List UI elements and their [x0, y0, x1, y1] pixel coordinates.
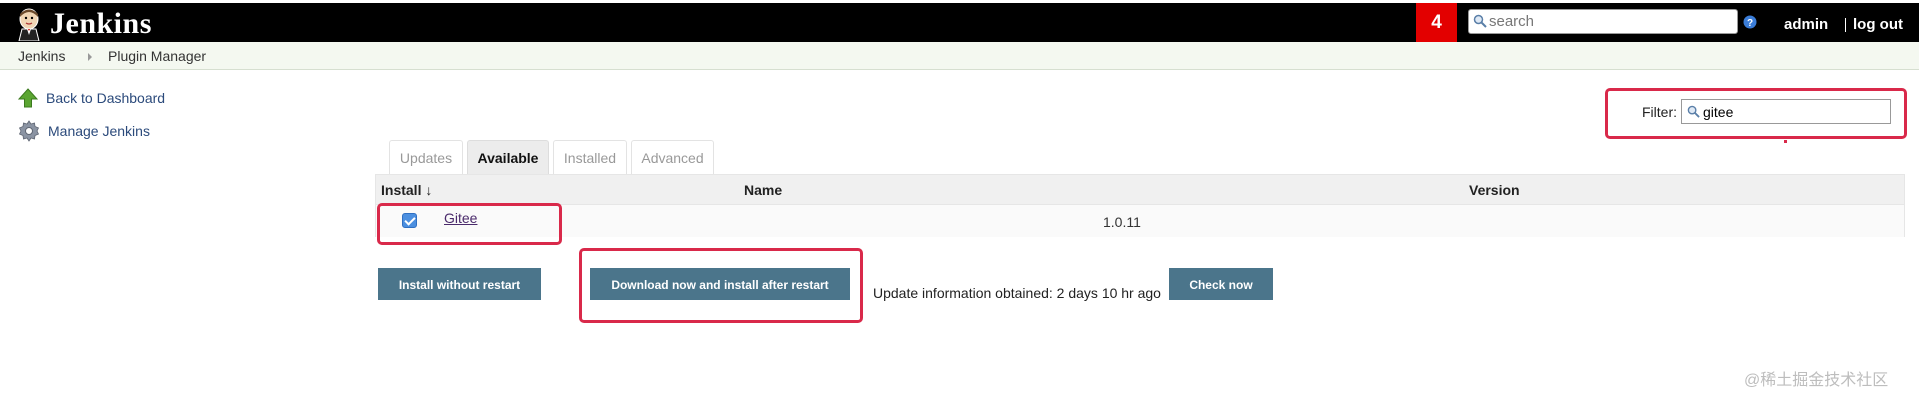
breadcrumb-plugin-manager[interactable]: Plugin Manager [108, 48, 206, 64]
breadcrumb-jenkins[interactable]: Jenkins [18, 48, 65, 64]
breadcrumb: Jenkins Plugin Manager [0, 42, 1919, 70]
search-input[interactable] [1489, 11, 1734, 32]
notification-badge[interactable]: 4 [1416, 3, 1457, 42]
svg-text:?: ? [1747, 18, 1753, 29]
tab-installed[interactable]: Installed [553, 140, 627, 174]
top-header: Jenkins 4 ? admin log out [0, 0, 1919, 42]
sidebar-item-back-to-dashboard[interactable]: Back to Dashboard [18, 88, 165, 108]
search-box [1468, 9, 1738, 34]
up-arrow-icon [18, 88, 38, 108]
user-link[interactable]: admin [1784, 16, 1828, 33]
plugin-table: Install ↓ Name Version Gitee 1.0.11 [375, 174, 1905, 237]
column-header-install[interactable]: Install ↓ [381, 182, 432, 198]
logout-separator [1845, 18, 1846, 32]
install-without-restart-button[interactable]: Install without restart [378, 268, 541, 300]
annotation-mark [1784, 140, 1787, 143]
tab-available[interactable]: Available [467, 140, 549, 174]
logout-link[interactable]: log out [1853, 16, 1903, 33]
check-now-button[interactable]: Check now [1169, 268, 1273, 300]
gear-icon [18, 120, 40, 142]
tab-updates[interactable]: Updates [389, 140, 463, 174]
update-info-text: Update information obtained: 2 days 10 h… [873, 285, 1161, 301]
jenkins-butler-icon [18, 8, 40, 41]
annotation-box-download [579, 248, 863, 323]
jenkins-logo[interactable]: Jenkins [16, 5, 152, 43]
help-icon[interactable]: ? [1743, 15, 1757, 29]
annotation-box-install [377, 203, 562, 245]
table-header: Install ↓ Name Version [376, 175, 1904, 205]
annotation-box-filter [1605, 88, 1907, 139]
tab-advanced[interactable]: Advanced [631, 140, 714, 174]
logo-text: Jenkins [50, 7, 152, 40]
plugin-version: 1.0.11 [1103, 214, 1141, 230]
column-header-version[interactable]: Version [1469, 182, 1520, 198]
sidebar-item-manage-jenkins[interactable]: Manage Jenkins [18, 120, 150, 142]
table-row: Gitee 1.0.11 [376, 205, 1904, 237]
watermark: @稀土掘金技术社区 [1744, 372, 1889, 389]
sidebar-item-label: Manage Jenkins [48, 123, 150, 139]
breadcrumb-chevron-icon[interactable] [88, 53, 92, 61]
search-icon [1473, 14, 1487, 28]
sidebar-item-label: Back to Dashboard [46, 90, 166, 106]
column-header-name[interactable]: Name [744, 182, 782, 198]
